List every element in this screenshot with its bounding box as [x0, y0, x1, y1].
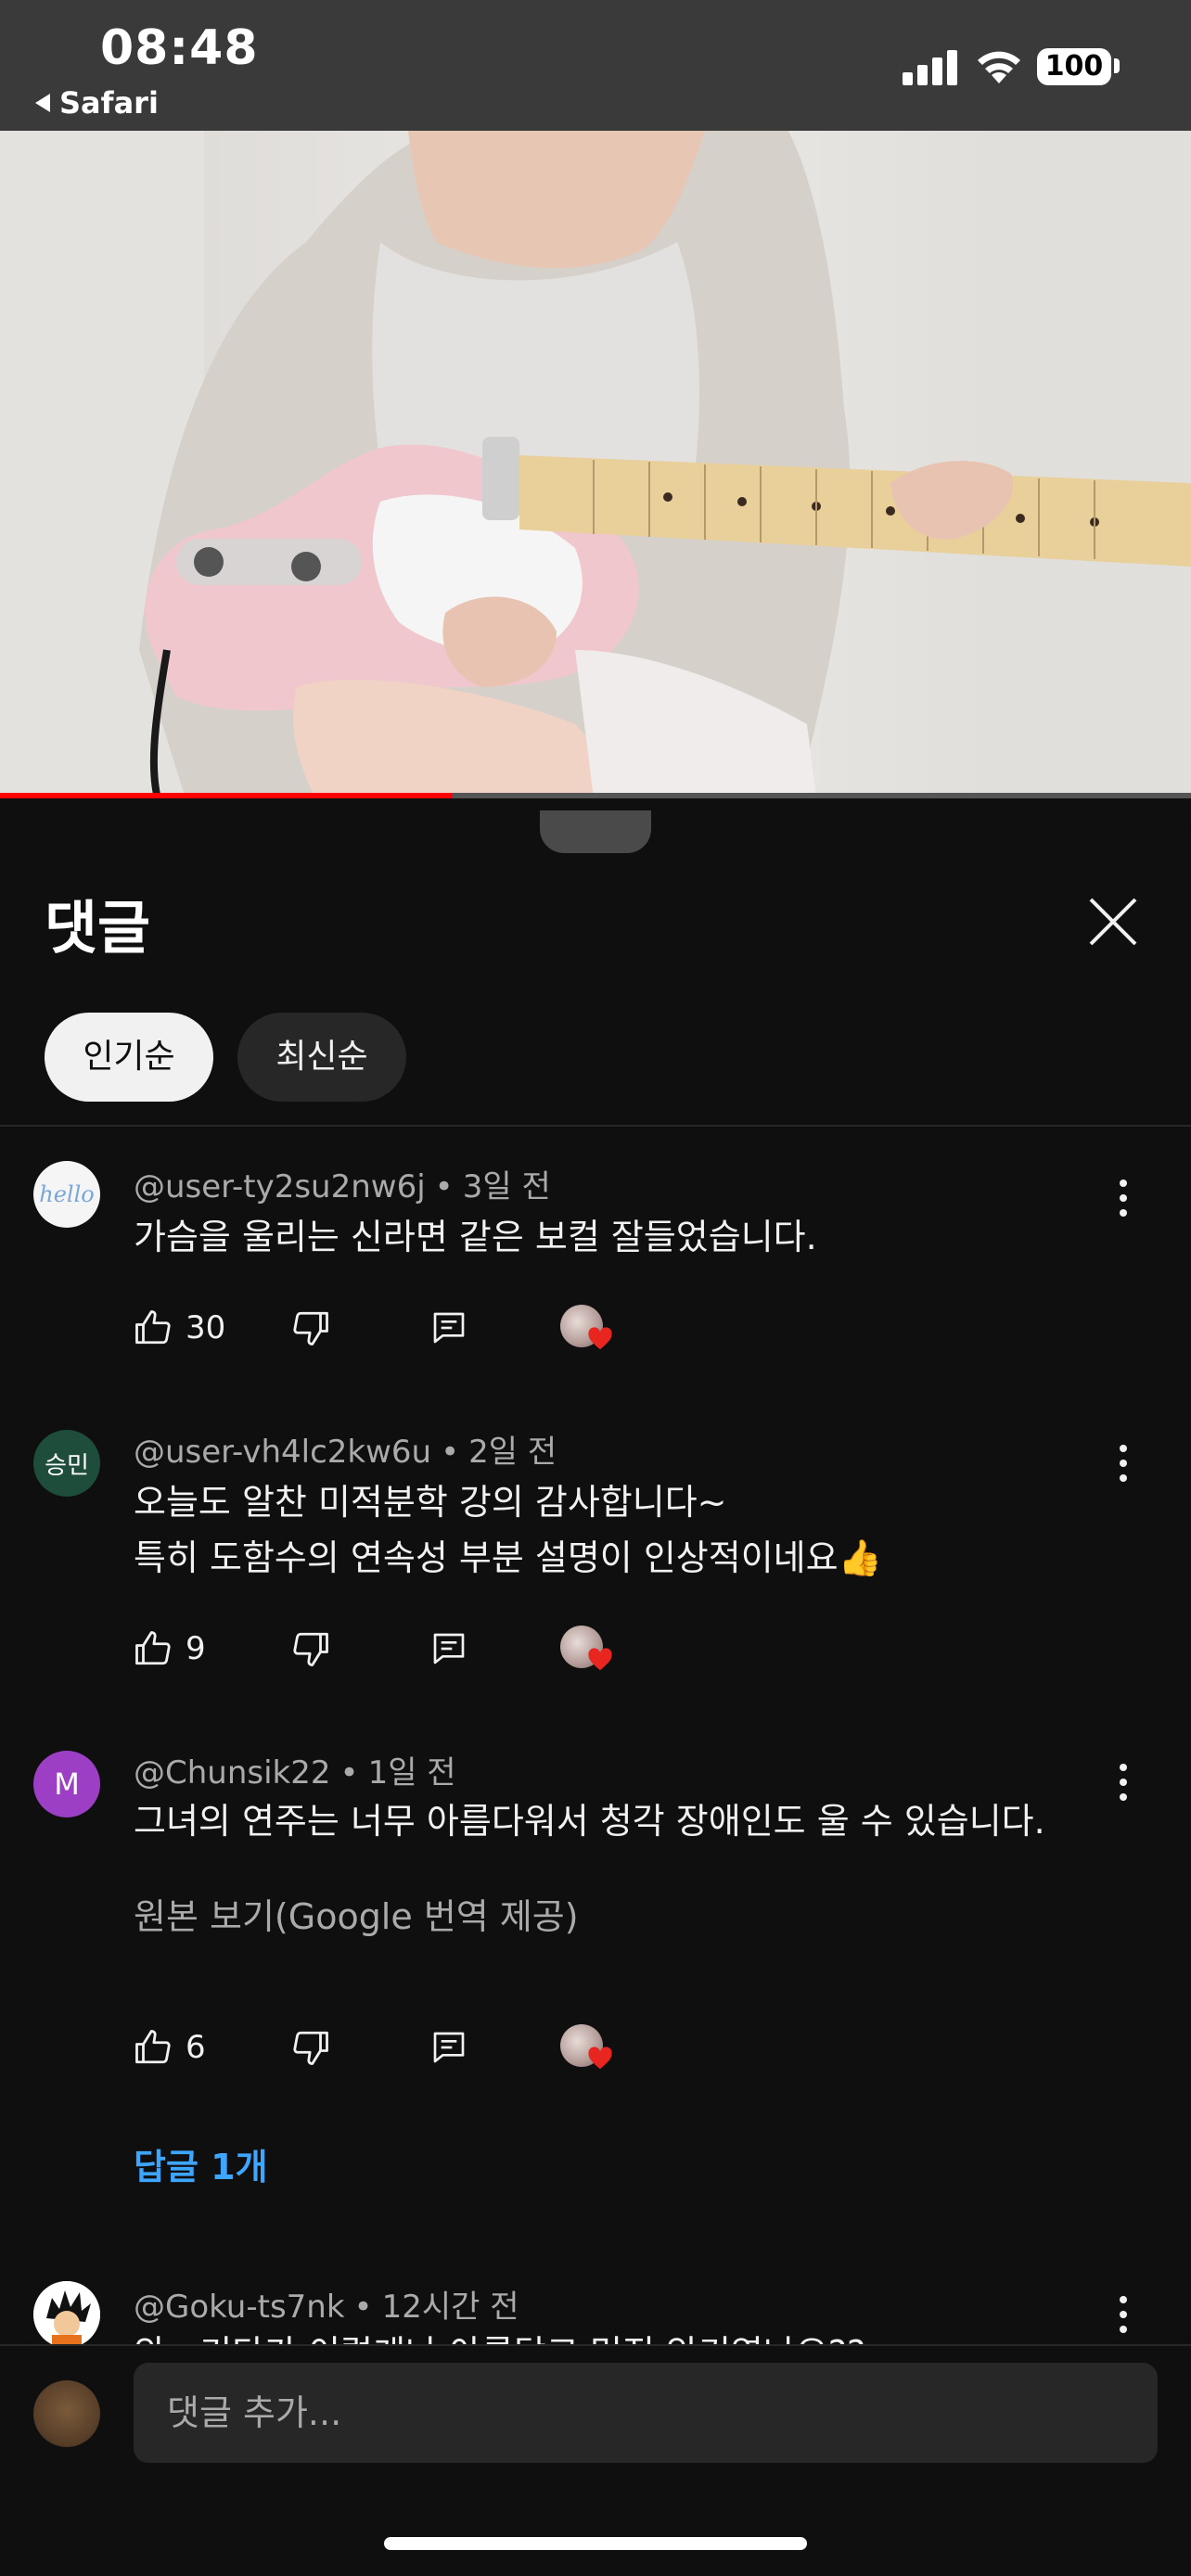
comment-item: @Goku-ts7nk•12시간 전 와.. 기타가 이렇게나 아름답고 멋진 … — [0, 0, 1191, 2344]
comment-time: 12시간 전 — [381, 2289, 519, 2326]
comment-line: 와.. 기타가 이렇게나 아름답고 멋진 악기였나요?? — [134, 2326, 865, 2344]
avatar[interactable] — [33, 2281, 100, 2344]
comment-meta: @Goku-ts7nk • 12시간 전 — [134, 2289, 519, 2326]
comment-author[interactable]: @Goku-ts7nk — [134, 2289, 345, 2326]
more-options-icon[interactable] — [1109, 2287, 1137, 2342]
avatar-illustration — [33, 2281, 100, 2344]
comment-text: 와.. 기타가 이렇게나 아름답고 멋진 악기였나요?? — [134, 2326, 865, 2344]
home-indicator[interactable] — [384, 2537, 807, 2550]
my-avatar — [33, 2380, 100, 2447]
add-comment-input[interactable] — [134, 2363, 1158, 2463]
